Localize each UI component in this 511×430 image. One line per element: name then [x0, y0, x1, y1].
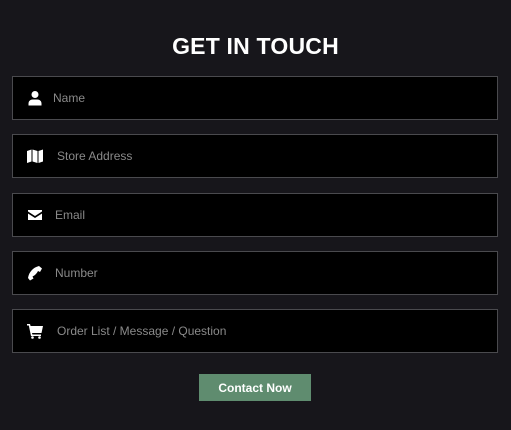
email-input[interactable] — [55, 194, 485, 236]
user-icon — [27, 90, 43, 106]
map-icon — [27, 148, 43, 164]
page-title: GET IN TOUCH — [172, 33, 339, 59]
number-input[interactable] — [55, 252, 485, 294]
store-address-input[interactable] — [57, 135, 487, 177]
store-address-field[interactable] — [12, 134, 498, 178]
cart-icon — [27, 323, 43, 339]
name-input[interactable] — [53, 77, 483, 119]
name-field[interactable] — [12, 76, 498, 120]
email-field[interactable] — [12, 193, 498, 237]
number-field[interactable] — [12, 251, 498, 295]
message-input[interactable] — [57, 310, 487, 352]
contact-now-button[interactable]: Contact Now — [199, 374, 311, 401]
message-field[interactable] — [12, 309, 498, 353]
phone-icon — [27, 265, 43, 281]
envelope-icon — [27, 207, 43, 223]
